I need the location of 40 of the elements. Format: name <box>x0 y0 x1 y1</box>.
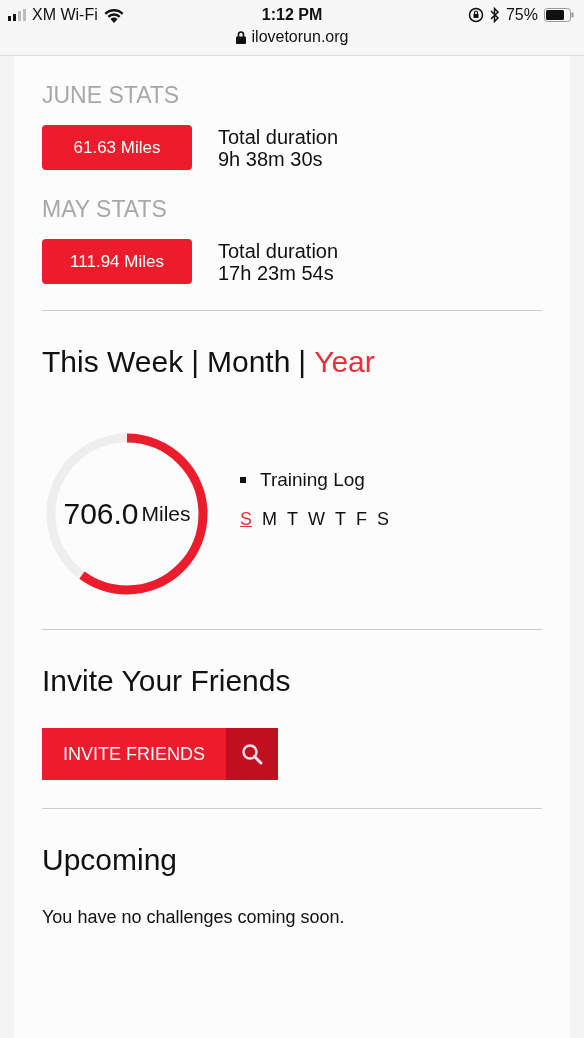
training-log-link[interactable]: Training Log <box>260 468 365 491</box>
duration-value: 17h 23m 54s <box>218 261 335 284</box>
day-tab[interactable]: M <box>262 508 277 530</box>
period-tab[interactable]: This Week <box>42 345 184 379</box>
period-tab[interactable]: Year <box>314 345 375 379</box>
duration-label: Total duration <box>218 239 339 262</box>
day-tab[interactable]: S <box>377 508 390 530</box>
duration-label: Total duration <box>218 125 339 148</box>
day-tab[interactable]: F <box>356 508 367 530</box>
signal-icon <box>8 9 26 21</box>
lock-icon <box>235 30 246 44</box>
period-tab[interactable]: Month <box>206 345 291 379</box>
bluetooth-icon <box>489 7 500 23</box>
distance-unit: Miles <box>141 502 191 526</box>
separator: | <box>191 345 199 379</box>
search-icon <box>241 743 263 765</box>
day-tab[interactable]: T <box>287 508 298 530</box>
stats-heading: JUNE STATS <box>42 82 181 109</box>
distance-badge: 61.63 Miles <box>42 125 192 170</box>
day-tab[interactable]: T <box>335 508 346 530</box>
battery-icon <box>544 8 574 22</box>
day-tab[interactable]: W <box>308 508 325 530</box>
clock-time: 1:12 PM <box>261 6 323 23</box>
duration-value: 9h 38m 30s <box>218 147 324 170</box>
day-tab[interactable]: S <box>240 508 252 530</box>
carrier-name: XM Wi-Fi <box>32 6 98 24</box>
stats-heading: MAY STATS <box>42 196 168 223</box>
battery-percentage: 75% <box>505 6 538 24</box>
section-heading: Upcoming <box>42 843 179 877</box>
section-heading: Invite Your Friends <box>42 664 292 698</box>
url-text[interactable]: ilovetorun.org <box>251 28 349 46</box>
separator: | <box>298 345 307 379</box>
rotation-lock-icon <box>467 7 484 23</box>
distance-badge: 111.94 Miles <box>42 239 192 284</box>
empty-message: You have no challenges coming soon. <box>42 907 346 928</box>
total-distance: 706.0 <box>63 497 139 531</box>
bullet-icon <box>240 476 246 483</box>
wifi-icon <box>103 7 124 23</box>
search-button[interactable] <box>226 728 278 780</box>
invite-friends-button[interactable]: INVITE FRIENDS <box>42 728 226 780</box>
